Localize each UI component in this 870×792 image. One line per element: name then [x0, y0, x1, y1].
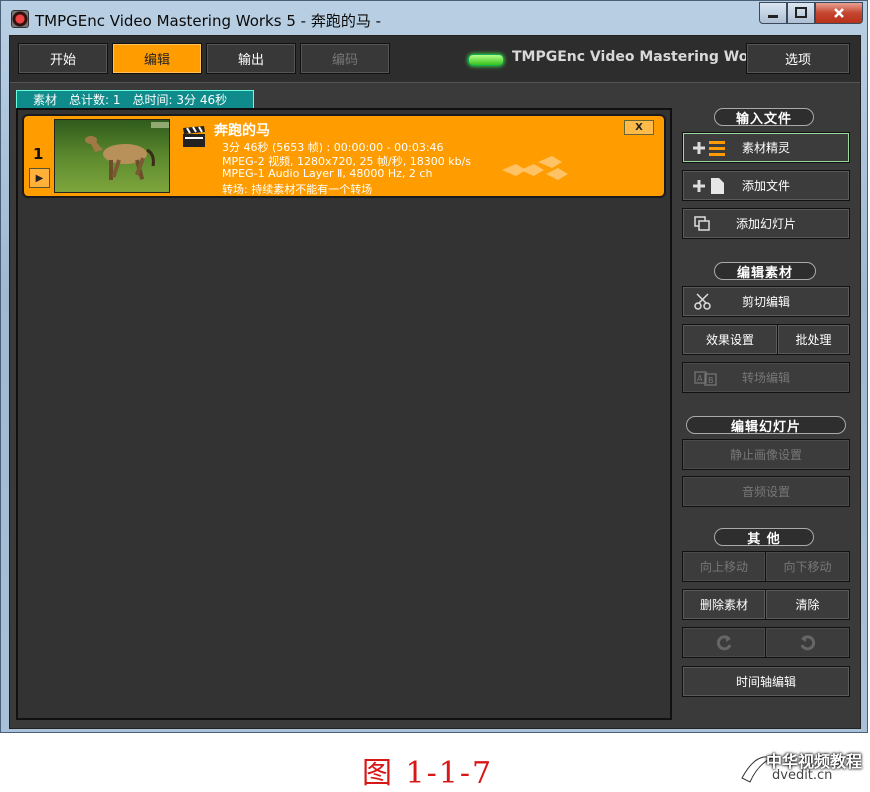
add-slideshow-label: 添加幻灯片	[735, 217, 796, 231]
other-section-header: 其 他	[714, 528, 814, 547]
app-window: TMPGEnc Video Mastering Works 5 - 奔跑的马 -…	[0, 0, 868, 733]
nav-edit-button[interactable]: 编辑	[112, 43, 202, 74]
batch-button[interactable]: 批处理	[777, 324, 850, 355]
window-title: TMPGEnc Video Mastering Works 5 - 奔跑的马 -	[35, 12, 381, 30]
add-file-icon	[693, 178, 724, 194]
add-file-label: 添加文件	[741, 179, 790, 193]
maximize-icon	[795, 7, 807, 18]
nav-start-button[interactable]: 开始	[18, 43, 108, 74]
clip-thumbnail	[54, 119, 170, 193]
cut-edit-label: 剪切编辑	[741, 295, 790, 309]
play-icon: ▶	[35, 172, 44, 184]
edit-slideshow-section-header: 编辑幻灯片	[686, 416, 846, 435]
nav-encode-button[interactable]: 编码	[300, 43, 390, 74]
add-list-icon	[693, 141, 725, 156]
watermark: 中华视频教程 dvedit.cn	[736, 748, 866, 788]
clip-wizard-button[interactable]: 素材精灵	[682, 132, 850, 163]
clip-wizard-label: 素材精灵	[741, 141, 790, 155]
nav-output-button[interactable]: 输出	[206, 43, 296, 74]
status-led-icon	[468, 54, 504, 66]
redo-button[interactable]	[765, 627, 850, 658]
redo-icon	[800, 634, 815, 650]
figure-caption: 图 1-1-7	[362, 756, 494, 791]
delete-clip-button[interactable]: 删除素材	[682, 589, 766, 620]
cut-edit-button[interactable]: 剪切编辑	[682, 286, 850, 317]
client-area: 开始 编辑 输出 编码 TMPGEnc Video Mastering Work…	[9, 35, 861, 729]
clip-audio-info: MPEG-1 Audio Layer Ⅱ, 48000 Hz, 2 ch	[222, 167, 433, 180]
clip-remove-button[interactable]: X	[624, 120, 654, 135]
app-logo-icon	[11, 10, 29, 28]
transition-edit-label: 转场编辑	[741, 371, 790, 385]
undo-icon	[716, 634, 732, 650]
maximize-button[interactable]	[787, 2, 815, 24]
add-file-button[interactable]: 添加文件	[682, 170, 850, 201]
window-controls	[759, 2, 863, 24]
undo-button[interactable]	[682, 627, 766, 658]
move-up-button[interactable]: 向上移动	[682, 551, 766, 582]
clip-number: 1	[33, 145, 44, 163]
timeline-edit-button[interactable]: 时间轴编辑	[682, 666, 850, 697]
clip-total-time: 总时间: 3分 46秒	[132, 93, 228, 107]
scissors-icon	[694, 293, 711, 310]
clip-count: 总计数: 1	[69, 93, 121, 107]
options-button[interactable]: 选项	[746, 43, 850, 74]
top-navigation: 开始 编辑 输出 编码 TMPGEnc Video Mastering Work…	[10, 36, 860, 83]
clip-item[interactable]: 1 ▶ 奔跑的马 3分 46秒 (5653 帧): 00:00:00 - 00…	[22, 114, 666, 198]
clip-title: 奔跑的马	[214, 123, 270, 139]
clapperboard-icon	[182, 126, 206, 152]
move-down-button[interactable]: 向下移动	[765, 551, 850, 582]
edit-clips-section-header: 编辑素材	[714, 262, 816, 281]
transition-edit-button[interactable]: A B 转场编辑	[682, 362, 850, 393]
svg-text:A: A	[697, 374, 703, 383]
clip-transition-info: 转场: 持续素材不能有一个转场	[222, 183, 373, 196]
effects-button[interactable]: 效果设置	[682, 324, 778, 355]
transition-icon: A B	[694, 371, 717, 386]
clip-list-panel[interactable]: 1 ▶ 奔跑的马 3分 46秒 (5653 帧): 00:00:00 - 00…	[16, 108, 672, 720]
transition-arrows-icon	[502, 148, 574, 188]
input-files-section-header: 输入文件	[714, 108, 814, 127]
clip-play-button[interactable]: ▶	[29, 168, 50, 188]
slideshow-icon	[694, 216, 710, 231]
horse-thumbnail-image	[55, 120, 169, 192]
minimize-icon	[768, 15, 778, 18]
audio-settings-button[interactable]: 音频设置	[682, 476, 850, 507]
title-bar[interactable]: TMPGEnc Video Mastering Works 5 - 奔跑的马 -	[1, 1, 869, 35]
svg-text:B: B	[708, 376, 714, 385]
clip-tab-label: 素材	[33, 93, 58, 107]
close-icon	[834, 8, 844, 18]
clear-button[interactable]: 清除	[765, 589, 850, 620]
minimize-button[interactable]	[759, 2, 787, 24]
watermark-url: dvedit.cn	[772, 768, 833, 783]
still-image-settings-button[interactable]: 静止画像设置	[682, 439, 850, 470]
close-button[interactable]	[815, 2, 863, 24]
clip-list-tab[interactable]: 素材 总计数: 1 总时间: 3分 46秒	[16, 90, 254, 108]
add-slideshow-button[interactable]: 添加幻灯片	[682, 208, 850, 239]
